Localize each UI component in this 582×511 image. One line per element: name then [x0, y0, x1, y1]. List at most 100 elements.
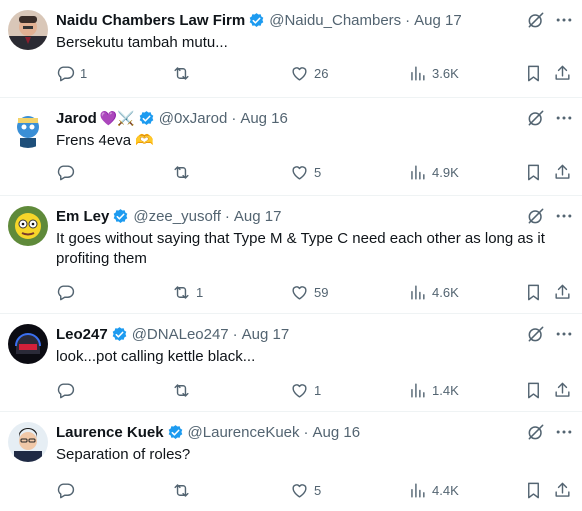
grok-icon[interactable]: [526, 422, 546, 442]
like-icon: [292, 383, 307, 398]
avatar[interactable]: [8, 324, 48, 364]
verified-badge-icon: [112, 326, 127, 341]
views-button[interactable]: 4.6K: [408, 282, 459, 302]
repost-button[interactable]: [172, 162, 196, 182]
like-count: 26: [314, 65, 329, 81]
views-button[interactable]: 3.6K: [408, 63, 459, 83]
grok-icon[interactable]: [526, 206, 546, 226]
reply-button[interactable]: 1: [56, 63, 87, 83]
more-icon[interactable]: [554, 108, 574, 128]
views-count: 4.4K: [432, 482, 459, 498]
views-button[interactable]: 1.4K: [408, 380, 459, 400]
bookmark-button[interactable]: [524, 162, 543, 182]
repost-button[interactable]: [172, 380, 196, 400]
more-icon[interactable]: [554, 206, 574, 226]
verified-badge-icon: [168, 424, 182, 439]
more-icon[interactable]: [554, 422, 574, 442]
bookmark-button[interactable]: [524, 380, 543, 400]
grok-icon[interactable]: [526, 108, 546, 128]
reply-icon: [57, 482, 75, 498]
grok-icon[interactable]: [526, 10, 546, 30]
verified-badge-icon: [249, 12, 264, 27]
bookmark-icon: [528, 284, 539, 300]
reply-button[interactable]: [56, 380, 80, 400]
share-button[interactable]: [553, 162, 572, 182]
more-icon[interactable]: [554, 324, 574, 344]
like-count: 5: [314, 164, 322, 180]
display-name[interactable]: Naidu Chambers Law Firm: [56, 12, 245, 29]
separator-dot: ·: [303, 423, 309, 441]
handle[interactable]: @LaurenceKuek: [188, 424, 300, 441]
bookmark-button[interactable]: [524, 480, 543, 500]
post-em-ley[interactable]: Em Ley @zee_yusoff · Aug 17 It goes with…: [0, 196, 582, 314]
post-text: Separation of roles?: [56, 446, 191, 463]
avatar[interactable]: [8, 108, 48, 148]
bookmark-icon: [528, 164, 539, 180]
like-icon: [292, 165, 307, 180]
bookmark-icon: [528, 482, 539, 498]
views-count: 4.6K: [432, 284, 459, 300]
repost-icon: [174, 165, 189, 179]
bookmark-button[interactable]: [524, 282, 543, 302]
avatar[interactable]: [8, 206, 48, 246]
share-button[interactable]: [553, 380, 572, 400]
views-icon: [411, 382, 425, 398]
reply-button[interactable]: [56, 282, 80, 302]
views-count: 1.4K: [432, 382, 459, 398]
like-icon: [292, 285, 307, 300]
reply-button[interactable]: [56, 162, 80, 182]
display-name[interactable]: Jarod: [56, 110, 97, 127]
like-button[interactable]: 5: [290, 480, 321, 500]
like-count: 5: [314, 482, 322, 498]
post-text: Frens 4eva 🫶: [56, 132, 154, 149]
repost-button[interactable]: [172, 480, 196, 500]
reply-button[interactable]: [56, 480, 80, 500]
more-icon[interactable]: [554, 10, 574, 30]
bookmark-icon: [528, 382, 539, 398]
like-button[interactable]: 59: [290, 282, 328, 302]
views-count: 3.6K: [432, 65, 459, 81]
bookmark-button[interactable]: [524, 63, 543, 83]
views-count: 4.9K: [432, 164, 459, 180]
views-icon: [411, 482, 425, 498]
post-laurence-kuek[interactable]: Laurence Kuek @LaurenceKuek · Aug 16 Sep…: [0, 412, 582, 511]
share-icon: [555, 164, 570, 179]
post-date[interactable]: Aug 16: [313, 424, 361, 441]
like-button[interactable]: 1: [290, 380, 321, 400]
avatar[interactable]: [8, 10, 48, 50]
like-button[interactable]: 5: [290, 162, 321, 182]
share-button[interactable]: [553, 63, 572, 83]
repost-count: 1: [196, 284, 204, 300]
repost-button[interactable]: 1: [172, 282, 203, 302]
reply-icon: [57, 284, 75, 300]
post-date[interactable]: Aug 16: [240, 110, 288, 127]
handle[interactable]: @Naidu_Chambers: [269, 12, 401, 29]
post-leo247[interactable]: Leo247 @DNALeo247 · Aug 17 look...pot ca…: [0, 314, 582, 412]
post-date[interactable]: Aug 17: [234, 208, 282, 225]
share-button[interactable]: [553, 282, 572, 302]
post-date[interactable]: Aug 17: [414, 12, 462, 29]
display-name[interactable]: Leo247: [56, 326, 108, 343]
repost-button[interactable]: [172, 63, 196, 83]
post-jarod[interactable]: Jarod 💜⚔️ @0xJarod · Aug 16 Frens 4eva 🫶…: [0, 98, 582, 196]
display-name[interactable]: Em Ley: [56, 208, 109, 225]
display-name[interactable]: Laurence Kuek: [56, 424, 164, 441]
share-icon: [555, 284, 570, 299]
separator-dot: ·: [224, 207, 230, 225]
like-icon: [292, 483, 307, 498]
avatar[interactable]: [8, 422, 48, 462]
share-button[interactable]: [553, 480, 572, 500]
handle[interactable]: @DNALeo247: [132, 326, 229, 343]
views-icon: [411, 164, 425, 180]
share-icon: [555, 482, 570, 497]
handle[interactable]: @zee_yusoff: [133, 208, 221, 225]
views-button[interactable]: 4.4K: [408, 480, 459, 500]
like-count: 59: [314, 284, 329, 300]
post-naidu-chambers[interactable]: Naidu Chambers Law Firm @Naidu_Chambers …: [0, 0, 582, 98]
grok-icon[interactable]: [526, 324, 546, 344]
handle[interactable]: @0xJarod: [159, 110, 228, 127]
verified-badge-icon: [139, 110, 154, 125]
like-button[interactable]: 26: [290, 63, 328, 83]
views-button[interactable]: 4.9K: [408, 162, 459, 182]
post-date[interactable]: Aug 17: [242, 326, 290, 343]
